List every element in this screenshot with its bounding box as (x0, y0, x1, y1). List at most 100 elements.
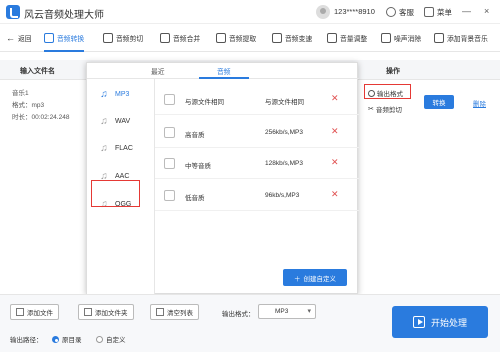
start-processing-button[interactable]: 开始处理 (392, 306, 488, 338)
tab-recent[interactable]: 最近 (151, 66, 165, 76)
format-item-wav[interactable]: ♫ WAV (87, 110, 155, 132)
chevron-down-icon: ▾ (307, 308, 311, 315)
format-item-flac[interactable]: ♫ FLAC (87, 137, 155, 159)
delete-x-icon[interactable]: ✕ (331, 93, 339, 104)
app-title: 风云音频处理大师 (24, 10, 104, 21)
audio-cut-label: 音频剪切 (375, 107, 402, 114)
scissors-icon (103, 33, 113, 43)
headset-icon[interactable] (386, 7, 396, 17)
delete-x-icon[interactable]: ✕ (331, 126, 339, 137)
tab-audio-extract[interactable]: 音频提取 (216, 24, 256, 52)
music-note-icon: ♫ (100, 115, 108, 127)
tab-label: 音频剪切 (116, 36, 144, 43)
quality-name: 低音质 (185, 195, 205, 202)
radio-original-dir[interactable]: 原目录 (52, 334, 82, 344)
audio-file-icon (164, 127, 175, 138)
tab-label: 音频合并 (173, 36, 201, 43)
active-tab-indicator (199, 77, 249, 79)
tab-audio[interactable]: 音频 (217, 66, 231, 76)
create-custom-label: 创建自定义 (303, 275, 337, 283)
trash-icon (156, 308, 164, 316)
play-icon (412, 316, 425, 328)
audio-cut-link[interactable]: ✂ 音频剪切 (368, 104, 402, 114)
format-label: AAC (115, 172, 130, 180)
format-label: MP3 (115, 90, 130, 98)
output-path-label: 输出路径： (10, 337, 43, 344)
tab-audio-speed[interactable]: 音频变速 (272, 24, 312, 52)
music-note-icon (434, 33, 444, 43)
output-format-label: 输出格式： (222, 311, 255, 318)
user-avatar[interactable] (316, 5, 330, 19)
tab-label: 噪声消除 (394, 36, 422, 43)
scissors-icon: ✂ (368, 106, 374, 113)
add-folder-icon (84, 308, 92, 316)
quality-row-high[interactable]: 高音质 256kb/s,MP3 ✕ (155, 118, 359, 148)
menu-icon[interactable] (424, 7, 434, 17)
quality-value: 128kb/s,MP3 (265, 160, 303, 167)
radio-unchecked-icon (96, 335, 103, 343)
create-custom-button[interactable]: ＋ 创建自定义 (283, 269, 347, 286)
back-button[interactable]: ← 返回 (6, 24, 32, 52)
minimize-button[interactable]: — (462, 6, 471, 16)
quality-value: 256kb/s,MP3 (265, 129, 303, 136)
add-folder-button[interactable]: 添加文件夹 (78, 304, 134, 320)
back-label: 返回 (18, 36, 32, 43)
output-format-value: MP3 (275, 308, 289, 315)
convert-icon (44, 33, 54, 43)
extract-icon (216, 33, 226, 43)
format-label: WAV (115, 117, 131, 125)
tab-label: 添加背景音乐 (447, 36, 488, 43)
format-popup: 最近 音频 ♫ MP3 ♫ WAV ♫ FLAC ♫ AAC ♫ OGG 与源文… (86, 62, 359, 295)
start-label: 开始处理 (430, 317, 467, 328)
tab-audio-convert[interactable]: 音频转换 (44, 24, 85, 52)
music-note-icon: ♫ (100, 142, 108, 154)
quality-value: 96kb/s,MP3 (265, 192, 300, 199)
delete-x-icon[interactable]: ✕ (331, 157, 339, 168)
plus-icon: ＋ (294, 275, 301, 283)
tab-audio-merge[interactable]: 音频合并 (160, 24, 200, 52)
close-button[interactable]: × (484, 6, 489, 16)
convert-button[interactable]: 转换 (424, 95, 454, 109)
menu-button[interactable]: 菜单 (437, 7, 452, 18)
quality-name: 与源文件相同 (185, 99, 224, 106)
format-label: FLAC (115, 144, 133, 152)
audio-file-icon (164, 190, 175, 201)
tab-volume-adjust[interactable]: 音量调整 (327, 24, 367, 52)
speed-icon (272, 33, 282, 43)
file-format: 格式：mp3 (12, 102, 45, 109)
quality-row-same[interactable]: 与源文件相同 与源文件相同 ✕ (155, 85, 359, 115)
tab-label: 音频变速 (285, 36, 313, 43)
popup-tabs: 最近 音频 (87, 63, 359, 79)
add-file-button[interactable]: 添加文件 (10, 304, 59, 320)
output-format-select[interactable]: MP3 ▾ (258, 304, 316, 319)
quality-row-medium[interactable]: 中等音质 128kb/s,MP3 ✕ (155, 149, 359, 179)
quality-name: 高音质 (185, 132, 205, 139)
radio-custom-dir[interactable]: 自定义 (96, 334, 126, 344)
format-item-mp3[interactable]: ♫ MP3 (87, 83, 155, 105)
delete-link[interactable]: 删除 (473, 98, 486, 108)
app-logo-icon (6, 5, 20, 19)
tab-label: 音频提取 (229, 36, 257, 43)
tab-audio-cut[interactable]: 音频剪切 (103, 24, 143, 52)
music-note-icon: ♫ (100, 88, 108, 100)
radio-label: 原目录 (62, 337, 82, 344)
column-input-filename: 输入文件名 (20, 68, 55, 75)
add-folder-label: 添加文件夹 (95, 310, 128, 317)
delete-x-icon[interactable]: ✕ (331, 189, 339, 200)
file-duration: 时长：00:02:24.248 (12, 114, 70, 121)
user-name[interactable]: 123****8910 (334, 7, 375, 16)
noise-icon (381, 33, 391, 43)
add-file-label: 添加文件 (27, 310, 53, 317)
output-format-highlight (364, 84, 411, 99)
clear-list-button[interactable]: 清空列表 (150, 304, 199, 320)
quality-row-low[interactable]: 低音质 96kb/s,MP3 ✕ (155, 181, 359, 211)
audio-file-icon (164, 158, 175, 169)
tab-label: 音频转换 (57, 36, 85, 43)
tab-add-background-music[interactable]: 添加背景音乐 (434, 24, 488, 52)
quality-name: 中等音质 (185, 163, 211, 170)
ogg-highlight (91, 180, 140, 207)
service-button[interactable]: 客服 (399, 7, 414, 18)
title-bar: 风云音频处理大师 123****8910 客服 菜单 — × (0, 0, 500, 24)
tab-noise-removal[interactable]: 噪声消除 (381, 24, 421, 52)
audio-file-icon (164, 94, 175, 105)
